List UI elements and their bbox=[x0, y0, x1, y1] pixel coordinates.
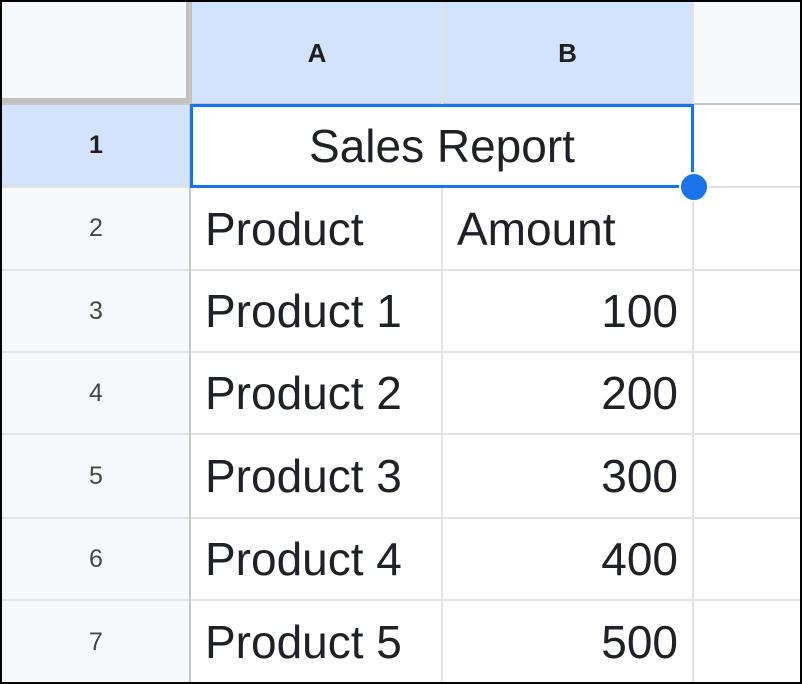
column-header-b[interactable]: B bbox=[442, 2, 693, 104]
row-header-4[interactable]: 4 bbox=[2, 352, 190, 434]
column-header-empty[interactable] bbox=[693, 2, 800, 104]
cell-a1-title[interactable]: Sales Report bbox=[192, 105, 692, 186]
cell-b5[interactable]: 300 bbox=[443, 435, 692, 517]
cell-b2[interactable]: Amount bbox=[443, 188, 692, 269]
select-all-corner[interactable] bbox=[2, 2, 192, 104]
row-header-5[interactable]: 5 bbox=[2, 434, 190, 518]
row-header-3[interactable]: 3 bbox=[2, 270, 190, 352]
row-header-2[interactable]: 2 bbox=[2, 186, 190, 270]
row-header-1[interactable]: 1 bbox=[2, 104, 190, 186]
cell-b7[interactable]: 500 bbox=[443, 601, 692, 682]
row-header-7[interactable]: 7 bbox=[2, 600, 190, 682]
column-header-a[interactable]: A bbox=[192, 2, 442, 104]
cell-b6[interactable]: 400 bbox=[443, 519, 692, 599]
fill-handle[interactable] bbox=[679, 172, 709, 202]
cell-b3[interactable]: 100 bbox=[443, 271, 692, 351]
grid-line bbox=[692, 2, 694, 682]
row-header-6[interactable]: 6 bbox=[2, 518, 190, 600]
cell-a2[interactable]: Product bbox=[191, 188, 441, 269]
cell-a6[interactable]: Product 4 bbox=[191, 519, 441, 599]
cell-a4[interactable]: Product 2 bbox=[191, 353, 441, 433]
cell-a5[interactable]: Product 3 bbox=[191, 435, 441, 517]
spreadsheet-grid: A B 1 2 3 4 5 6 7 Sales Report Product A… bbox=[0, 0, 802, 684]
cell-a7[interactable]: Product 5 bbox=[191, 601, 441, 682]
cell-b4[interactable]: 200 bbox=[443, 353, 692, 433]
cell-a3[interactable]: Product 1 bbox=[191, 271, 441, 351]
